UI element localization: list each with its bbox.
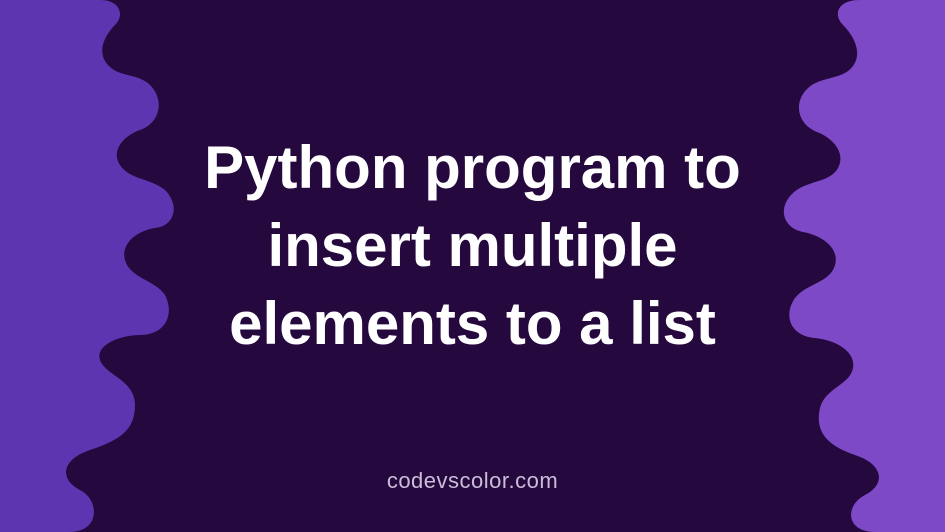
- banner-title: Python program to insert multiple elemen…: [153, 129, 793, 363]
- blog-banner: Python program to insert multiple elemen…: [0, 0, 945, 532]
- site-name: codevscolor.com: [0, 468, 945, 494]
- title-container: Python program to insert multiple elemen…: [0, 0, 945, 532]
